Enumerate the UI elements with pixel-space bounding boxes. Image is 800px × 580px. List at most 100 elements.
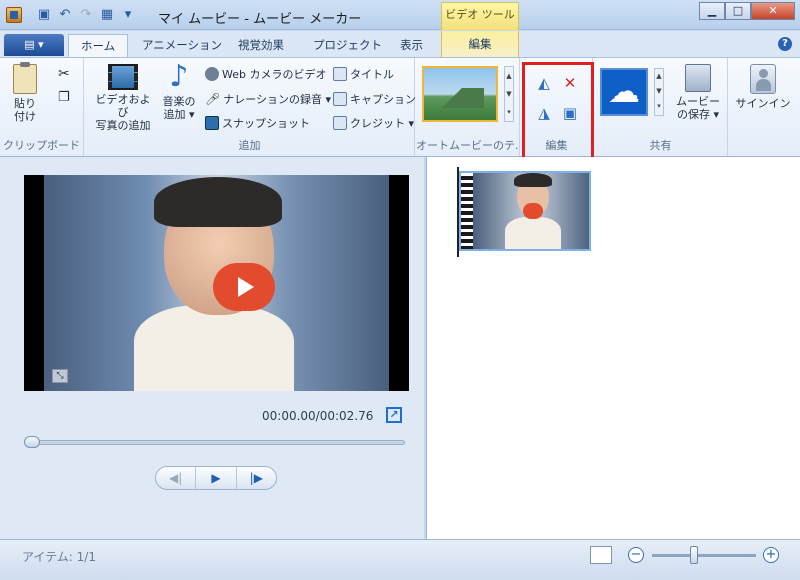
clipboard-group: 貼り 付け ✂ ❐ クリップボード bbox=[0, 58, 84, 156]
save-movie-label: ムービー の保存 ▾ bbox=[676, 95, 720, 121]
snapshot-label: スナップショット bbox=[222, 117, 310, 130]
close-button[interactable]: ✕ bbox=[751, 2, 795, 20]
redo-icon[interactable]: ↷ bbox=[78, 7, 94, 23]
clip-play-icon bbox=[523, 203, 543, 219]
item-count: アイテム: 1/1 bbox=[22, 550, 96, 564]
popout-preview-icon[interactable]: ↗ bbox=[386, 407, 402, 423]
seek-bar[interactable] bbox=[24, 440, 405, 445]
save-movie-icon bbox=[685, 64, 711, 92]
undo-icon[interactable]: ↶ bbox=[57, 7, 73, 23]
title-label: タイトル bbox=[350, 68, 394, 81]
save-movie-button[interactable]: ムービー の保存 ▾ bbox=[674, 64, 722, 121]
title-button[interactable]: タイトル bbox=[333, 66, 394, 82]
add-group-label: 追加 bbox=[238, 139, 261, 152]
playback-controls: ◀| ▶ |▶ bbox=[155, 466, 277, 490]
add-video-photo-button[interactable]: ビデオおよび 写真の追加 bbox=[91, 64, 155, 132]
tab-view[interactable]: 表示 bbox=[388, 34, 435, 57]
credit-button[interactable]: クレジット ▾ bbox=[333, 115, 414, 131]
seek-thumb[interactable] bbox=[24, 436, 40, 448]
tab-visual-effects[interactable]: 視覚効果 bbox=[226, 34, 296, 57]
layout-icon[interactable]: ▦ bbox=[99, 7, 115, 23]
tab-home[interactable]: ホーム bbox=[68, 34, 129, 57]
filmstrip-icon bbox=[108, 64, 138, 90]
tab-project[interactable]: プロジェクト bbox=[301, 34, 394, 57]
previous-frame-button[interactable]: ◀| bbox=[156, 467, 197, 489]
video-subject-shirt bbox=[134, 305, 294, 391]
save-icon[interactable]: ▣ bbox=[36, 7, 52, 23]
zoom-in-button[interactable]: + bbox=[763, 547, 779, 563]
next-frame-button[interactable]: |▶ bbox=[237, 467, 276, 489]
clipboard-icon bbox=[13, 62, 37, 94]
automovie-group-label: オートムービーのテ... bbox=[416, 139, 519, 152]
copy-icon: ❐ bbox=[58, 90, 70, 105]
quick-access-toolbar: ▣ ↶ ↷ ▦ ▾ bbox=[36, 7, 136, 23]
snapshot-button[interactable]: スナップショット bbox=[205, 115, 310, 131]
record-narration-button[interactable]: 🎤︎ ナレーションの録音 ▾ bbox=[205, 91, 331, 107]
play-overlay-icon[interactable] bbox=[213, 263, 275, 311]
scissors-icon: ✂ bbox=[58, 66, 70, 82]
music-note-icon: ♪ bbox=[169, 59, 189, 94]
share-group: ▲▼▾ ムービー の保存 ▾ 共有 bbox=[594, 58, 728, 156]
title-icon bbox=[333, 67, 347, 81]
zoom-out-button[interactable]: − bbox=[628, 547, 644, 563]
app-icon[interactable] bbox=[6, 7, 22, 23]
clipboard-group-label: クリップボード bbox=[3, 139, 80, 152]
timecode-display: 00:00.00/00:02.76 bbox=[262, 409, 374, 423]
webcam-icon bbox=[205, 67, 219, 81]
caption-icon bbox=[333, 92, 347, 106]
file-menu-button[interactable]: ▤ ▾ bbox=[4, 34, 64, 56]
video-preview[interactable]: ⤡ bbox=[24, 175, 409, 391]
video-subject-hair bbox=[154, 177, 282, 227]
minimize-button[interactable]: ▁ bbox=[699, 2, 725, 20]
zoom-slider-track[interactable] bbox=[652, 554, 756, 557]
zoom-slider-thumb[interactable] bbox=[690, 546, 698, 564]
ribbon-tabs: ▤ ▾ ホーム アニメーション 視覚効果 プロジェクト 表示 編集 ? bbox=[0, 31, 800, 57]
automovie-group: ▲ ▼ ▾ オートムービーのテ... bbox=[416, 58, 520, 156]
help-icon[interactable]: ? bbox=[778, 37, 792, 51]
cut-button[interactable]: ✂ bbox=[58, 66, 70, 82]
snapshot-icon bbox=[205, 116, 219, 130]
edit-group-highlight-box bbox=[522, 62, 594, 160]
share-gallery-scroll[interactable]: ▲ ▼ ▾ bbox=[654, 68, 664, 116]
onedrive-share-icon[interactable] bbox=[600, 68, 648, 116]
webcam-video-button[interactable]: Web カメラのビデオ bbox=[205, 66, 326, 82]
add-group: ビデオおよび 写真の追加 ♪ 音楽の 追加 ▾ Web カメラのビデオ 🎤︎ ナ… bbox=[85, 58, 416, 156]
qat-dropdown-icon[interactable]: ▾ bbox=[120, 7, 136, 23]
thumbnail-size-icon[interactable] bbox=[590, 546, 612, 564]
ribbon: 貼り 付け ✂ ❐ クリップボード ビデオおよび 写真の追加 ♪ 音楽の 追加 … bbox=[0, 57, 800, 157]
caption-button[interactable]: キャプション bbox=[333, 91, 416, 107]
signin-button[interactable]: サインイン bbox=[735, 64, 791, 110]
paste-button[interactable]: 貼り 付け bbox=[10, 62, 40, 123]
tab-animation[interactable]: アニメーション bbox=[130, 34, 234, 57]
theme-gallery-scroll[interactable]: ▲ ▼ ▾ bbox=[504, 66, 514, 122]
window-title: マイ ムービー - ムービー メーカー bbox=[158, 12, 362, 27]
clip-subject-hair bbox=[514, 173, 552, 187]
webcam-label: Web カメラのビデオ bbox=[222, 68, 327, 81]
preview-pane: ⤡ 00:00.00/00:02.76 ↗ ◀| ▶ |▶ bbox=[0, 157, 424, 539]
maximize-button[interactable]: □ bbox=[725, 2, 751, 20]
add-music-label: 音楽の 追加 ▾ bbox=[162, 95, 196, 121]
share-group-label: 共有 bbox=[649, 139, 672, 152]
storyboard-clip[interactable] bbox=[459, 171, 591, 251]
play-button[interactable]: ▶ bbox=[196, 467, 237, 489]
add-music-button[interactable]: ♪ 音楽の 追加 ▾ bbox=[159, 59, 199, 122]
paste-label: 貼り 付け bbox=[14, 97, 36, 123]
tab-edit[interactable]: 編集 bbox=[441, 31, 519, 57]
fullscreen-icon[interactable]: ⤡ bbox=[52, 369, 68, 383]
signin-label: サインイン bbox=[735, 97, 791, 110]
automovie-theme-thumbnail[interactable] bbox=[422, 66, 498, 122]
clip-subject-shirt bbox=[505, 217, 561, 249]
copy-button[interactable]: ❐ bbox=[58, 90, 70, 105]
storyboard-pane bbox=[426, 157, 800, 539]
credit-label: クレジット ▾ bbox=[350, 117, 415, 130]
status-bar: アイテム: 1/1 − + bbox=[0, 539, 800, 580]
window-controls: ▁ □ ✕ bbox=[699, 2, 795, 20]
add-video-label: ビデオおよび 写真の追加 bbox=[95, 93, 151, 132]
caption-label: キャプション bbox=[350, 93, 416, 106]
narration-label: ナレーションの録音 ▾ bbox=[223, 93, 332, 106]
signin-group: サインイン bbox=[729, 58, 795, 156]
film-sprockets bbox=[461, 173, 473, 249]
microphone-icon: 🎤︎ bbox=[205, 92, 221, 106]
credit-icon bbox=[333, 116, 347, 130]
user-icon bbox=[750, 64, 776, 94]
